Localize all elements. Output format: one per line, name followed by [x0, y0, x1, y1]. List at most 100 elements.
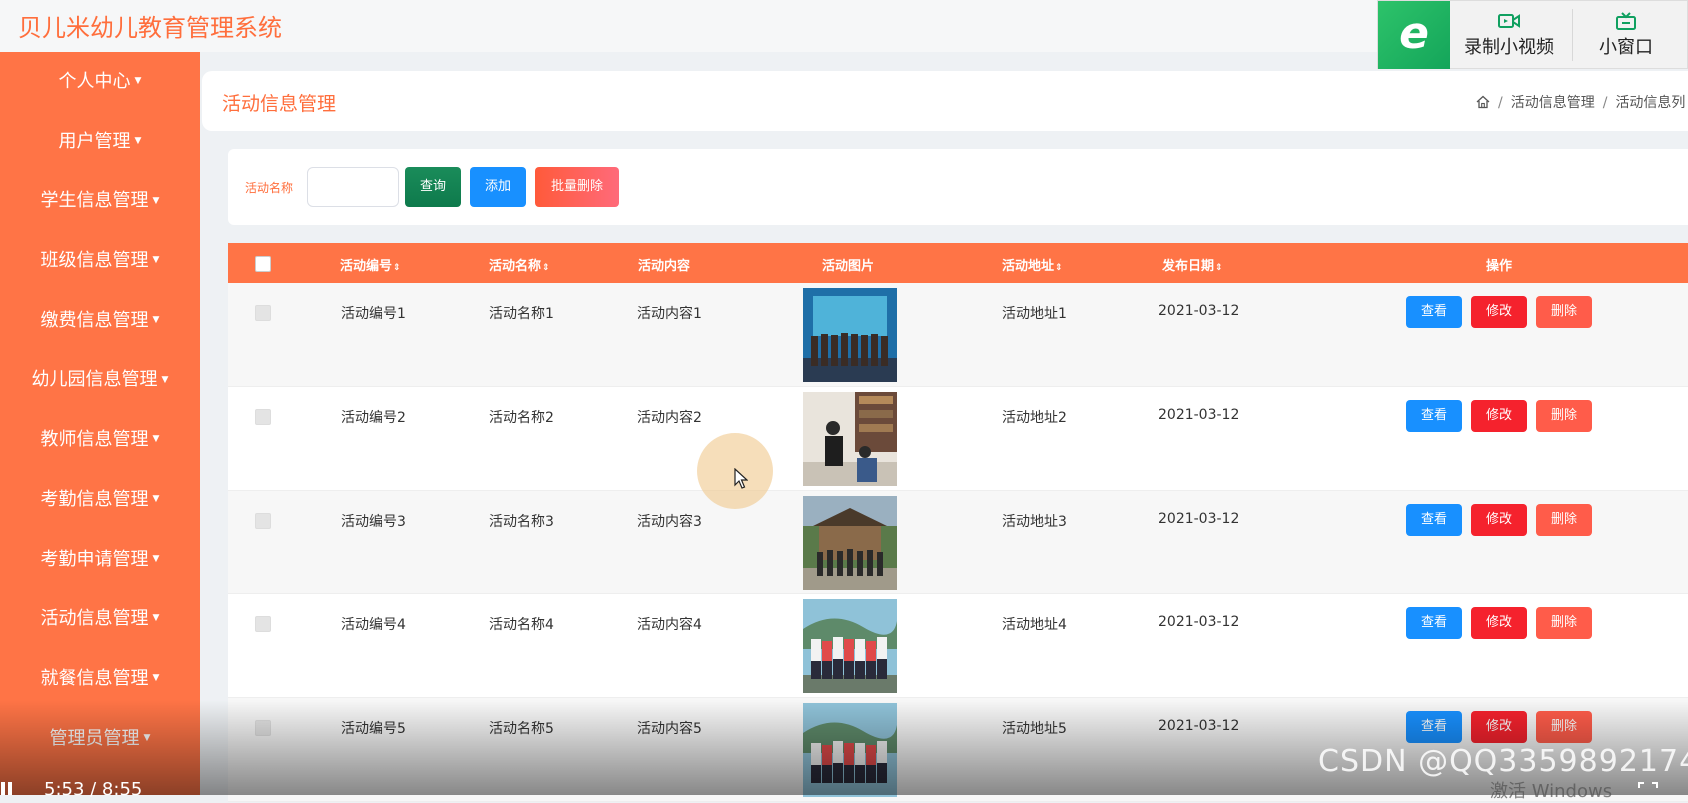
caret-down-icon: ▼: [134, 76, 142, 87]
edit-button[interactable]: 修改: [1471, 399, 1527, 432]
delete-button[interactable]: 删除: [1536, 296, 1592, 328]
sidebar-item-attendance-request[interactable]: 考勤申请管理 ▼: [0, 530, 200, 590]
sidebar-item-kindergarten-info[interactable]: 幼儿园信息管理 ▼: [0, 350, 200, 410]
edit-button[interactable]: 修改: [1471, 296, 1527, 328]
cell-address: 活动地址2: [1002, 409, 1067, 426]
column-header-code[interactable]: 活动编号⇕: [340, 255, 401, 274]
fullscreen-icon[interactable]: [1638, 782, 1658, 795]
toolbar-divider: [1572, 9, 1573, 61]
table-header: 活动编号⇕ 活动名称⇕ 活动内容 活动图片 活动地址⇕ 发布日期⇕ 操作: [228, 243, 1688, 283]
edit-button[interactable]: 修改: [1471, 711, 1527, 744]
sidebar-item-label: 幼儿园信息管理: [31, 369, 158, 391]
select-all-checkbox[interactable]: [255, 256, 271, 272]
row-checkbox[interactable]: [255, 512, 271, 529]
add-button[interactable]: 添加: [470, 167, 526, 207]
edit-button[interactable]: 修改: [1471, 503, 1527, 536]
breadcrumb-item[interactable]: 活动信息管理: [1511, 95, 1595, 111]
breadcrumb: / 活动信息管理 / 活动信息列: [1476, 92, 1685, 112]
view-button[interactable]: 查看: [1406, 607, 1462, 640]
sidebar-item-student-info[interactable]: 学生信息管理 ▼: [0, 171, 200, 231]
view-button[interactable]: 查看: [1406, 711, 1462, 744]
caret-down-icon: ▼: [152, 314, 160, 325]
sidebar-item-personal-center[interactable]: 个人中心 ▼: [0, 52, 200, 112]
row-checkbox[interactable]: [255, 720, 271, 737]
row-checkbox[interactable]: [255, 616, 271, 633]
page-title: 活动信息管理: [222, 93, 337, 115]
sidebar-item-label: 教师信息管理: [40, 429, 149, 451]
caret-down-icon: ▼: [152, 553, 160, 564]
cell-content: 活动内容1: [637, 306, 702, 322]
app-title: 贝儿米幼儿教育管理系统: [18, 14, 282, 42]
delete-button[interactable]: 删除: [1536, 711, 1592, 744]
cell-date: 2021-03-12: [1158, 406, 1240, 423]
batch-delete-button[interactable]: 批量删除: [535, 167, 619, 207]
sidebar-item-attendance-info[interactable]: 考勤信息管理 ▼: [0, 470, 200, 530]
cell-name: 活动名称1: [489, 306, 554, 322]
view-button[interactable]: 查看: [1406, 399, 1462, 432]
activity-name-input[interactable]: [307, 167, 399, 207]
video-camera-icon: [1498, 14, 1520, 28]
home-icon[interactable]: [1476, 95, 1490, 109]
caret-down-icon: ▼: [161, 374, 169, 385]
sidebar-item-payment-info[interactable]: 缴费信息管理 ▼: [0, 291, 200, 351]
pause-icon[interactable]: [0, 782, 14, 795]
breadcrumb-item: 活动信息列: [1615, 95, 1686, 111]
caret-down-icon: ▼: [134, 135, 142, 146]
activity-photo[interactable]: [803, 703, 897, 798]
mouse-cursor-icon: [734, 468, 748, 489]
view-button[interactable]: 查看: [1406, 503, 1462, 536]
breadcrumb-separator: /: [1498, 95, 1503, 111]
cell-date: 2021-03-12: [1158, 510, 1240, 527]
delete-button[interactable]: 删除: [1536, 607, 1592, 640]
cell-code: 活动编号3: [341, 513, 406, 530]
sidebar-item-activity-info[interactable]: 活动信息管理 ▼: [0, 589, 200, 649]
cell-address: 活动地址4: [1002, 617, 1067, 634]
mini-window-label: 小窗口: [1599, 37, 1653, 58]
column-header-image: 活动图片: [822, 259, 875, 274]
row-checkbox[interactable]: [255, 408, 271, 425]
caret-down-icon: ▼: [152, 434, 160, 445]
mini-window-button[interactable]: 小窗口: [1576, 1, 1676, 69]
sidebar-item-label: 考勤信息管理: [40, 488, 149, 510]
cell-date: 2021-03-12: [1158, 614, 1240, 631]
sidebar-item-label: 个人中心: [58, 71, 131, 92]
cell-code: 活动编号4: [341, 617, 406, 634]
column-header-date[interactable]: 发布日期⇕: [1162, 255, 1223, 274]
sort-icon[interactable]: ⇕: [542, 263, 550, 273]
cell-content: 活动内容3: [637, 513, 702, 530]
table-row: 活动编号3 活动名称3 活动内容3 活动地址3 2021-03-12 查看 修改…: [228, 490, 1688, 595]
sidebar-item-label: 缴费信息管理: [40, 309, 149, 331]
column-header-content: 活动内容: [638, 259, 691, 274]
activity-photo[interactable]: [803, 288, 897, 382]
sort-icon[interactable]: ⇕: [1215, 263, 1223, 273]
activity-photo[interactable]: [803, 599, 897, 694]
view-button[interactable]: 查看: [1406, 296, 1462, 328]
sidebar-item-dining-info[interactable]: 就餐信息管理 ▼: [0, 649, 200, 709]
column-header-address[interactable]: 活动地址⇕: [1002, 255, 1063, 274]
tv-icon: [1616, 12, 1636, 30]
edit-button[interactable]: 修改: [1471, 607, 1527, 640]
sidebar-item-label: 班级信息管理: [40, 250, 149, 272]
sort-icon[interactable]: ⇕: [1055, 263, 1063, 273]
sidebar-item-teacher-info[interactable]: 教师信息管理 ▼: [0, 410, 200, 470]
column-header-name[interactable]: 活动名称⇕: [489, 255, 550, 274]
sidebar-item-user-management[interactable]: 用户管理 ▼: [0, 112, 200, 172]
delete-button[interactable]: 删除: [1536, 503, 1592, 536]
table-row: 活动编号1 活动名称1 活动内容1 活动地址1 2021-03-12 查看 修改…: [228, 283, 1688, 387]
activity-photo[interactable]: [803, 495, 897, 590]
delete-button[interactable]: 删除: [1536, 399, 1592, 432]
cell-content: 活动内容2: [637, 409, 702, 426]
sidebar-item-class-info[interactable]: 班级信息管理 ▼: [0, 231, 200, 291]
sort-icon[interactable]: ⇕: [393, 263, 401, 273]
caret-down-icon: ▼: [152, 195, 160, 206]
row-checkbox[interactable]: [255, 305, 271, 321]
sidebar-item-label: 管理员管理: [49, 727, 140, 749]
record-video-button[interactable]: 录制小视频: [1450, 1, 1568, 69]
sidebar-item-admin-management[interactable]: 管理员管理 ▼: [0, 709, 200, 769]
activity-photo[interactable]: [803, 391, 897, 486]
cell-content: 活动内容5: [637, 721, 702, 738]
sidebar-item-label: 用户管理: [58, 130, 131, 152]
query-button[interactable]: 查询: [405, 167, 461, 207]
column-label: 活动名称: [489, 259, 542, 274]
column-label: 活动地址: [1002, 259, 1055, 274]
